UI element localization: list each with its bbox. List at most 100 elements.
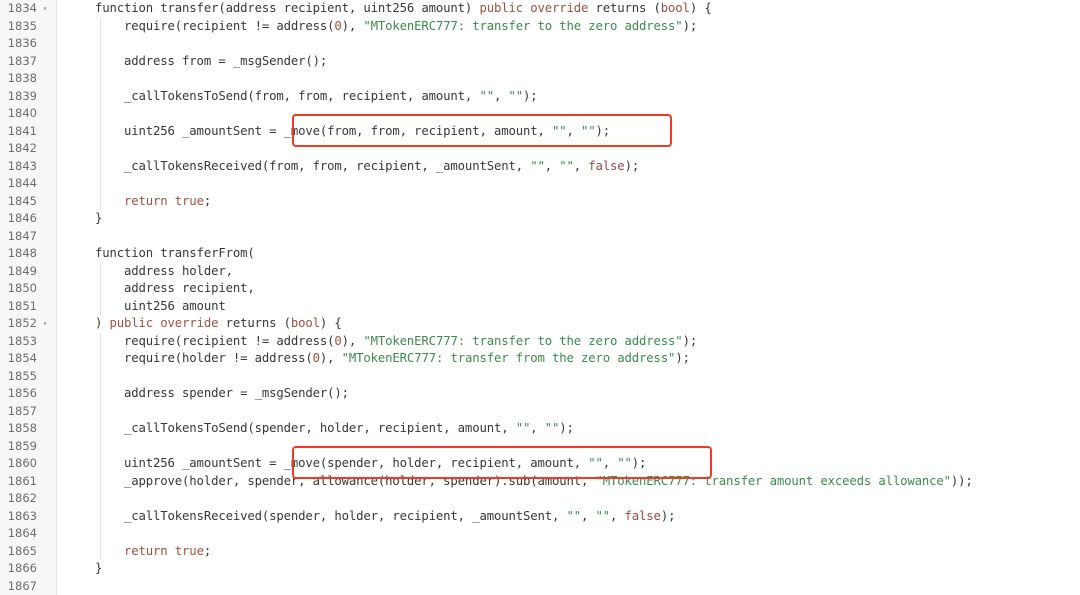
fold-arrow-icon[interactable]: ▾ — [40, 0, 50, 18]
code-line[interactable]: uint256 _amountSent = _move(spender, hol… — [58, 455, 1080, 473]
gutter-row[interactable]: 1860 — [0, 455, 57, 473]
gutter-row[interactable]: 1863 — [0, 508, 57, 526]
line-number: 1859 — [7, 438, 37, 453]
code-line[interactable]: _callTokensReceived(spender, holder, rec… — [58, 507, 1080, 525]
code-line[interactable] — [58, 437, 1080, 455]
token-pln: ; — [203, 543, 212, 558]
line-number: 1840 — [7, 106, 37, 120]
code-line[interactable] — [58, 105, 1080, 123]
gutter-row[interactable]: 1862 — [0, 490, 57, 508]
code-line[interactable]: return true; — [58, 192, 1080, 210]
code-line[interactable]: address holder, — [58, 262, 1080, 280]
line-number: 1856 — [7, 386, 37, 400]
gutter-row[interactable]: 1864 — [0, 525, 57, 543]
token-str: "" — [530, 158, 545, 173]
token-pln: returns ( — [225, 316, 291, 330]
token-pln: ); — [595, 123, 611, 138]
code-line[interactable]: return true; — [58, 542, 1080, 560]
code-line[interactable]: _callTokensReceived(from, from, recipien… — [58, 157, 1080, 175]
code-line[interactable] — [58, 578, 1080, 595]
line-number: 1837 — [7, 53, 37, 68]
code-line[interactable]: function transfer(address recipient, uin… — [58, 0, 1080, 18]
code-editor[interactable]: 1834 ▾ 1835 1836 1837 1838 1839 1840 1841 1842 184… — [0, 0, 1080, 595]
gutter-row[interactable]: 1858 — [0, 420, 57, 438]
code-line[interactable]: } — [58, 560, 1080, 578]
token-pln: , — [602, 456, 618, 470]
code-line[interactable]: _callTokensToSend(from, from, recipient,… — [58, 87, 1080, 105]
token-str: "" — [617, 456, 632, 470]
gutter-row[interactable]: 1849 — [0, 263, 57, 281]
token-kw: return true — [124, 193, 204, 208]
code-line[interactable]: require(recipient != address(0), "MToken… — [58, 332, 1080, 350]
indent-guide — [99, 525, 101, 543]
gutter-row[interactable]: 1840 — [0, 105, 57, 123]
gutter-row[interactable]: 1855 — [0, 368, 57, 386]
code-line[interactable]: uint256 _amountSent = _move(from, from, … — [58, 122, 1080, 140]
code-line[interactable] — [58, 140, 1080, 158]
code-line[interactable]: require(recipient != address(0), "MToken… — [58, 17, 1080, 35]
token-pln: ); — [624, 158, 640, 173]
code-line[interactable]: _callTokensToSend(spender, holder, recip… — [58, 420, 1080, 438]
line-number: 1861 — [7, 473, 37, 488]
code-line[interactable] — [58, 35, 1080, 53]
code-line[interactable] — [58, 175, 1080, 193]
gutter-row[interactable]: 1839 — [0, 88, 57, 106]
gutter-row[interactable]: 1857 — [0, 403, 57, 421]
gutter-row[interactable]: 1865 — [0, 543, 57, 561]
code-line[interactable] — [58, 70, 1080, 88]
gutter-row[interactable]: 1835 — [0, 18, 57, 36]
code-line[interactable]: address spender = _msgSender(); — [58, 385, 1080, 403]
code-line[interactable]: ) public override returns (bool) { — [58, 315, 1080, 333]
gutter-row[interactable]: 1841 — [0, 123, 57, 141]
token-str: "" — [559, 158, 574, 173]
gutter-row[interactable]: 1852 ▾ — [0, 315, 57, 333]
fold-arrow-icon[interactable]: ▾ — [40, 315, 50, 333]
code-line[interactable]: require(holder != address(0), "MTokenERC… — [58, 350, 1080, 368]
token-pln: ), — [319, 351, 342, 365]
gutter-row[interactable]: 1843 — [0, 158, 57, 176]
token-str: "MTokenERC777: transfer to the zero addr… — [363, 333, 683, 348]
code-line[interactable]: address from = _msgSender(); — [58, 52, 1080, 70]
gutter-row[interactable]: 1859 — [0, 438, 57, 456]
code-line[interactable]: uint256 amount — [58, 297, 1080, 315]
gutter-row[interactable]: 1837 — [0, 53, 57, 71]
gutter-row[interactable]: 1845 — [0, 193, 57, 211]
line-number-gutter[interactable]: 1834 ▾ 1835 1836 1837 1838 1839 1840 1841 1842 184… — [0, 0, 57, 595]
token-type: bool — [660, 1, 690, 15]
gutter-row[interactable]: 1867 — [0, 578, 57, 595]
token-pln: returns ( — [595, 1, 661, 15]
token-pln: address holder, — [66, 263, 233, 278]
gutter-row[interactable]: 1856 — [0, 385, 57, 403]
code-line[interactable] — [58, 402, 1080, 420]
line-number: 1857 — [7, 403, 37, 418]
gutter-row[interactable]: 1853 — [0, 333, 57, 351]
gutter-row[interactable]: 1866 — [0, 560, 57, 578]
gutter-row[interactable]: 1838 — [0, 70, 57, 88]
gutter-row[interactable]: 1861 — [0, 473, 57, 491]
token-pln: )); — [950, 473, 973, 488]
gutter-row[interactable]: 1847 — [0, 228, 57, 246]
gutter-row[interactable]: 1850 — [0, 280, 57, 298]
gutter-row[interactable]: 1854 — [0, 350, 57, 368]
token-str: "" — [551, 123, 567, 138]
gutter-row[interactable]: 1834 ▾ — [0, 0, 57, 18]
token-pln: uint256 _amountSent = _move(from, from, … — [66, 123, 552, 138]
code-content-area[interactable]: function transfer(address recipient, uin… — [58, 0, 1080, 595]
code-line[interactable]: _approve(holder, spender, allowance(hold… — [58, 472, 1080, 490]
code-line[interactable]: function transferFrom( — [58, 245, 1080, 263]
gutter-row[interactable]: 1851 — [0, 298, 57, 316]
code-line[interactable] — [58, 367, 1080, 385]
code-line[interactable] — [58, 490, 1080, 508]
gutter-row[interactable]: 1848 — [0, 245, 57, 263]
code-line[interactable] — [58, 525, 1080, 543]
gutter-row[interactable]: 1836 — [0, 35, 57, 53]
code-line[interactable]: address recipient, — [58, 280, 1080, 298]
gutter-row[interactable]: 1842 — [0, 140, 57, 158]
token-pln: uint256 amount — [66, 298, 226, 313]
token-str: "" — [515, 421, 531, 435]
gutter-row[interactable]: 1844 — [0, 175, 57, 193]
code-line[interactable] — [58, 228, 1080, 246]
code-line[interactable]: } — [58, 210, 1080, 228]
token-str: "MTokenERC777: transfer from the zero ad… — [341, 351, 676, 365]
gutter-row[interactable]: 1846 — [0, 210, 57, 228]
